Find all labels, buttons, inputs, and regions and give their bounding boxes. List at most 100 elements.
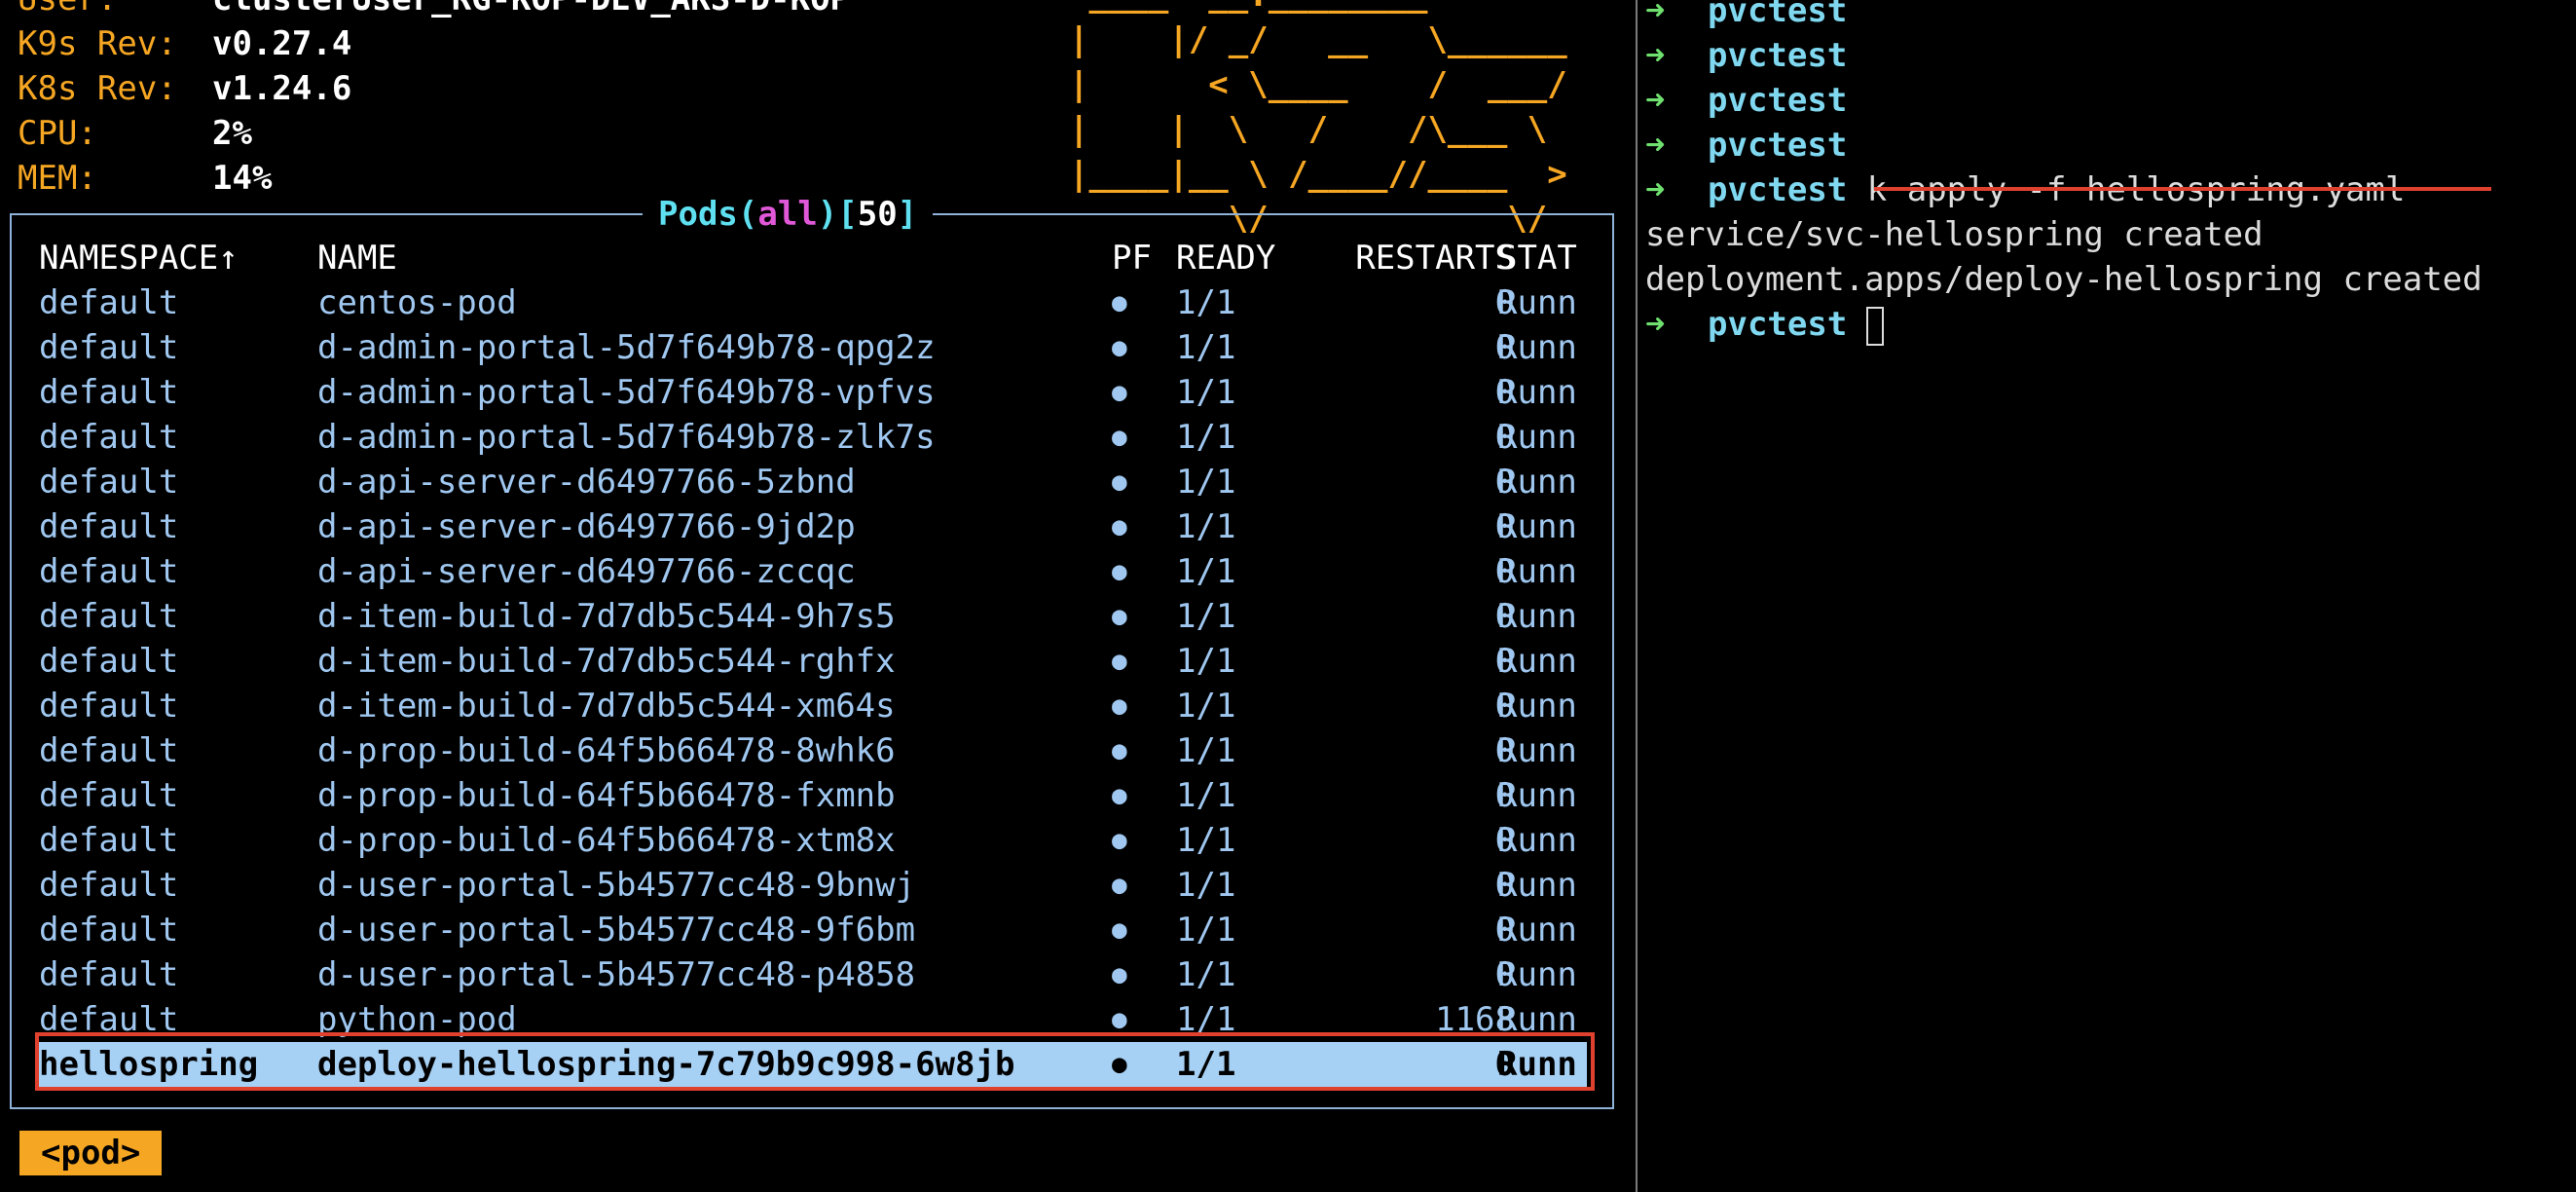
info-value: clusterUser_RG-KOP-DEV_AKS-D-KOP — [212, 0, 850, 19]
cell-status: Runn — [1497, 463, 1577, 502]
cell-status: Runn — [1497, 642, 1577, 681]
pf-status-icon: ● — [1112, 960, 1127, 989]
cell-name: d-admin-portal-5d7f649b78-vpfvs — [317, 373, 936, 412]
terminal-cursor[interactable] — [1866, 306, 1885, 346]
table-body: default centos-pod ● 1/1 0 Runn default d-admin… — [39, 280, 1587, 1087]
cell-namespace: default — [39, 463, 179, 502]
info-label: User: — [18, 0, 212, 21]
table-row[interactable]: default d-prop-build-64f5b66478-fxmnb ● 1/1… — [39, 773, 1587, 818]
table-row[interactable]: default d-api-server-d6497766-9jd2p ● 1/1 0 R… — [39, 504, 1587, 549]
cell-name: d-api-server-d6497766-9jd2p — [317, 507, 856, 546]
column-header-ready[interactable]: READY — [1176, 236, 1275, 280]
info-value: v0.27.4 — [212, 24, 352, 63]
cell-ready: 1/1 — [1176, 642, 1236, 681]
prompt-arrow-icon: ➜ — [1645, 305, 1666, 344]
column-header-status[interactable]: STAT — [1497, 236, 1577, 280]
table-row[interactable]: default d-admin-portal-5d7f649b78-qpg2z ● 1… — [39, 325, 1587, 370]
info-value: 14% — [212, 159, 273, 198]
cell-restarts: 0 — [1494, 373, 1515, 412]
table-row[interactable]: default centos-pod ● 1/1 0 Runn — [39, 280, 1587, 325]
output-text: service/svc-hellospring created — [1645, 215, 2263, 254]
cell-name: python-pod — [317, 1000, 517, 1039]
prompt-arrow-icon: ➜ — [1645, 126, 1666, 165]
cell-ready: 1/1 — [1176, 507, 1236, 546]
info-row: K9s Rev: v0.27.4 — [18, 21, 351, 66]
cell-namespace: default — [39, 597, 179, 636]
cell-status: Runn — [1497, 955, 1577, 994]
cell-ready: 1/1 — [1176, 597, 1236, 636]
cell-status: Runn — [1497, 507, 1577, 546]
cell-name: deploy-hellospring-7c79b9c998-6w8jb — [317, 1045, 1015, 1084]
resource-name: Pods — [658, 195, 738, 234]
column-header-name[interactable]: NAME — [317, 236, 397, 280]
cell-name: d-prop-build-64f5b66478-8whk6 — [317, 731, 896, 770]
cell-namespace: default — [39, 373, 179, 412]
cell-restarts: 0 — [1494, 955, 1515, 994]
info-value: 2% — [212, 114, 252, 153]
terminal-prompt-line: ➜ pvctest — [1645, 302, 1885, 347]
column-header-pf[interactable]: PF — [1112, 236, 1160, 280]
prompt-arrow-icon: ➜ — [1645, 170, 1666, 209]
table-row-selected[interactable]: hellospring deploy-hellospring-7c79b9c998… — [39, 1042, 1587, 1087]
cell-restarts: 0 — [1494, 866, 1515, 905]
table-row[interactable]: default d-user-portal-5b4577cc48-9f6bm ● 1/… — [39, 908, 1587, 952]
cell-restarts: 0 — [1494, 597, 1515, 636]
pf-status-icon: ● — [1112, 1050, 1127, 1079]
k9s-logo: ____ __.________ | |/ _/ __ \______ | < \… — [1069, 0, 1567, 242]
table-row[interactable]: default d-admin-portal-5d7f649b78-zlk7s ● 1… — [39, 415, 1587, 460]
terminal-output-line: service/svc-hellospring created — [1645, 212, 2263, 257]
cell-restarts: 0 — [1494, 642, 1515, 681]
cell-ready: 1/1 — [1176, 1045, 1236, 1084]
table-row[interactable]: default d-item-build-7d7db5c544-rghfx ● 1/1… — [39, 639, 1587, 684]
logo-line: |____|__ \ /____//____ > — [1069, 155, 1567, 194]
cell-ready: 1/1 — [1176, 687, 1236, 726]
cell-status: Runn — [1497, 283, 1577, 322]
prompt-directory: pvctest — [1708, 81, 1848, 120]
table-row[interactable]: default d-user-portal-5b4577cc48-9bnwj ● 1/… — [39, 863, 1587, 908]
pf-status-icon: ● — [1112, 467, 1127, 497]
cell-restarts: 0 — [1494, 731, 1515, 770]
cell-ready: 1/1 — [1176, 821, 1236, 860]
pod-count: 50 — [857, 195, 898, 234]
command-underline — [1874, 187, 2491, 191]
table-row[interactable]: default d-api-server-d6497766-zccqc ● 1/1 0 R… — [39, 549, 1587, 594]
pf-status-icon: ● — [1112, 512, 1127, 541]
terminal-pane[interactable]: ➜ pvctest ➜ pvctest ➜ pvctest ➜ pvctest ➜ pvctest… — [1645, 0, 2576, 1192]
cell-namespace: default — [39, 821, 179, 860]
cell-status: Runn — [1497, 776, 1577, 815]
cell-namespace: default — [39, 642, 179, 681]
cell-restarts: 0 — [1494, 283, 1515, 322]
pf-status-icon: ● — [1112, 647, 1127, 676]
cell-ready: 1/1 — [1176, 1000, 1236, 1039]
table-row[interactable]: default d-prop-build-64f5b66478-xtm8x ● 1/1… — [39, 818, 1587, 863]
column-header-namespace[interactable]: NAMESPACE↑ — [39, 236, 239, 280]
table-row[interactable]: default python-pod ● 1/1 1168 Runn — [39, 997, 1587, 1042]
terminal-output-line: deployment.apps/deploy-hellospring creat… — [1645, 257, 2483, 302]
cell-status: Runn — [1497, 911, 1577, 950]
table-row[interactable]: default d-item-build-7d7db5c544-9h7s5 ● 1/1… — [39, 594, 1587, 639]
column-header-restarts[interactable]: RESTARTS — [1303, 236, 1515, 280]
logo-line: | | \ / /\___ \ — [1069, 110, 1567, 149]
cell-ready: 1/1 — [1176, 776, 1236, 815]
pf-status-icon: ● — [1112, 781, 1127, 810]
table-row[interactable]: default d-admin-portal-5d7f649b78-vpfvs ● 1… — [39, 370, 1587, 415]
table-row[interactable]: default d-user-portal-5b4577cc48-p4858 ● 1/… — [39, 952, 1587, 997]
table-row[interactable]: default d-item-build-7d7db5c544-xm64s ● 1/1… — [39, 684, 1587, 728]
table-row[interactable]: default d-api-server-d6497766-5zbnd ● 1/1 0 R… — [39, 460, 1587, 504]
cell-name: d-admin-portal-5d7f649b78-zlk7s — [317, 418, 936, 457]
cell-namespace: default — [39, 687, 179, 726]
table-row[interactable]: default d-prop-build-64f5b66478-8whk6 ● 1/1… — [39, 728, 1587, 773]
cell-status: Runn — [1497, 866, 1577, 905]
cell-namespace: default — [39, 731, 179, 770]
cell-restarts: 0 — [1494, 463, 1515, 502]
cell-name: d-api-server-d6497766-5zbnd — [317, 463, 856, 502]
cell-restarts: 0 — [1494, 552, 1515, 591]
prompt-directory: pvctest — [1708, 0, 1848, 30]
cell-name: d-user-portal-5b4577cc48-p4858 — [317, 955, 916, 994]
cell-namespace: default — [39, 418, 179, 457]
breadcrumb-pod[interactable]: <pod> — [19, 1131, 163, 1175]
pane-divider[interactable] — [1636, 0, 1638, 1192]
cell-name: d-item-build-7d7db5c544-xm64s — [317, 687, 896, 726]
cell-name: d-item-build-7d7db5c544-9h7s5 — [317, 597, 896, 636]
cell-namespace: default — [39, 1000, 179, 1039]
